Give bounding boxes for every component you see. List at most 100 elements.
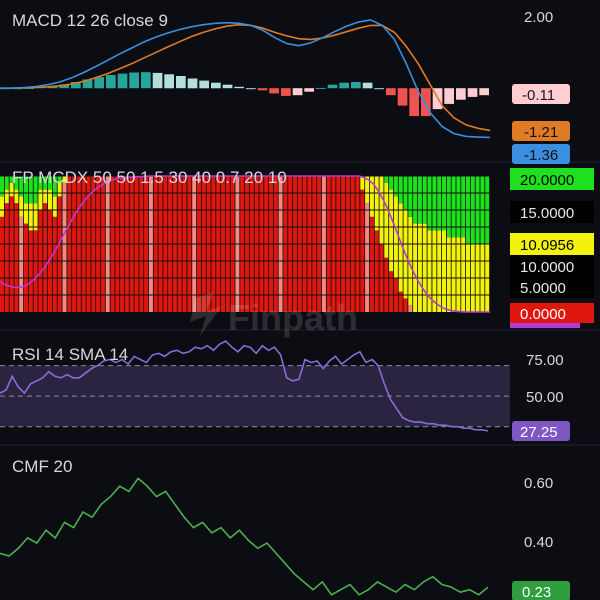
macd-histogram-bar xyxy=(456,88,466,100)
fp-mcdx-bar-green xyxy=(456,176,461,238)
fp-mcdx-bar-yellow xyxy=(442,230,446,312)
fp-mcdx-bar-yellow xyxy=(437,230,442,312)
fp-mcdx-bar-yellow xyxy=(393,196,398,278)
fp-badge-10: 10.0000 xyxy=(510,255,594,277)
indicator-stack: MACD 12 26 close 9 2.00 -0.11 -1.21 -1.3… xyxy=(0,0,600,600)
fp-badge-5: 5.0000 xyxy=(510,276,594,298)
fp-mcdx-bar-green xyxy=(417,176,422,224)
macd-histogram-bar xyxy=(362,82,373,89)
fp-mcdx-bar-red xyxy=(369,216,374,312)
fp-mcdx-bar-green xyxy=(4,176,9,190)
fp-mcdx-bar-green xyxy=(461,176,466,238)
fp-mcdx-bar-yellow xyxy=(451,237,456,312)
fp-mcdx-bar-yellow xyxy=(413,223,418,312)
cmf-title: CMF 20 xyxy=(12,457,72,476)
macd-histogram-badge: -0.11 xyxy=(512,84,570,104)
macd-histogram-bar xyxy=(351,82,361,89)
macd-histogram-badge-text: -0.11 xyxy=(522,87,555,104)
macd-histogram-bar xyxy=(269,88,279,94)
macd-signal-badge-text: -1.21 xyxy=(524,124,558,141)
macd-line-badge: -1.36 xyxy=(512,144,570,164)
fp-mcdx-bar-yellow xyxy=(417,223,422,312)
fp-mcdx-bar-red xyxy=(408,305,413,312)
watermark-text: Finpath xyxy=(228,297,358,338)
fp-mcdx-bar-yellow xyxy=(19,196,24,217)
macd-histogram-bar xyxy=(246,88,256,90)
macd-histogram-bar xyxy=(444,88,454,104)
macd-histogram-bar xyxy=(222,84,233,89)
fp-mcdx-bar-green xyxy=(446,176,451,238)
fp-mcdx-bar-red xyxy=(374,230,379,312)
fp-mcdx-bar-yellow xyxy=(422,223,427,312)
macd-histogram-bar xyxy=(374,88,384,90)
fp-mcdx-bar-yellow xyxy=(4,189,9,204)
rsi-value-badge: 27.25 xyxy=(512,421,570,441)
macd-histogram-bar xyxy=(257,88,268,91)
fp-mcdx-bar-green xyxy=(442,176,446,231)
fp-mcdx-bar-red xyxy=(43,203,48,312)
macd-histogram-bar xyxy=(129,72,139,89)
fp-mcdx-bar-yellow xyxy=(461,237,466,312)
fp-badge-0-text: 0.0000 xyxy=(520,306,566,323)
macd-title: MACD 12 26 close 9 xyxy=(12,11,168,30)
fp-badge-10-text: 10.0000 xyxy=(520,259,574,276)
macd-histogram-bar xyxy=(117,73,128,89)
cmf-value-badge-text: 0.23 xyxy=(522,584,551,600)
fp-badge-20: 20.0000 xyxy=(510,168,594,190)
macd-histogram-bar xyxy=(409,88,419,117)
macd-histogram-bar xyxy=(292,88,303,96)
fp-mcdx-title: FP MCDX 50 50 1.5 30 40 0.7 20 10 xyxy=(12,168,287,187)
fp-mcdx-bar-yellow xyxy=(52,196,57,217)
fp-mcdx-bar-green xyxy=(451,176,456,238)
fp-mcdx-bar-yellow xyxy=(384,182,389,258)
fp-mcdx-bar-green xyxy=(408,176,413,217)
fp-mcdx-bar-red xyxy=(62,182,67,312)
fp-mcdx-bar-yellow xyxy=(24,203,28,224)
fp-mcdx-bar-green xyxy=(427,176,432,231)
fp-mcdx-bar-red xyxy=(360,189,365,312)
macd-histogram-bar xyxy=(234,86,244,89)
rsi-tick-label-50: 50.00 xyxy=(526,389,564,406)
fp-mcdx-bar-green xyxy=(437,176,442,231)
fp-mcdx-bar-yellow xyxy=(28,203,33,231)
fp-mcdx-bar-yellow xyxy=(389,189,394,272)
fp-badge-current-text: 10.0956 xyxy=(520,237,574,254)
macd-histogram-bar xyxy=(199,80,209,89)
fp-mcdx-bar-red xyxy=(28,230,33,312)
fp-mcdx-bar-yellow xyxy=(446,237,451,312)
fp-mcdx-bar-red xyxy=(33,230,38,312)
fp-mcdx-bar-yellow xyxy=(43,189,48,204)
fp-badge-15: 15.0000 xyxy=(510,201,594,223)
macd-histogram-bar xyxy=(187,78,198,89)
cmf-value-badge: 0.23 xyxy=(512,581,570,600)
fp-mcdx-bar-red xyxy=(0,216,4,312)
macd-histogram-bar xyxy=(479,88,489,96)
fp-badge-5-text: 5.0000 xyxy=(520,280,566,297)
fp-badge-0: 0.0000 xyxy=(510,303,594,323)
fp-mcdx-bar-green xyxy=(389,176,394,190)
macd-histogram-bar xyxy=(94,77,104,89)
cmf-tick-label-040: 0.40 xyxy=(524,534,553,551)
macd-histogram-bar xyxy=(467,88,478,97)
fp-mcdx-bar-red xyxy=(19,216,24,312)
fp-mcdx-bar-red xyxy=(24,223,28,312)
macd-histogram-bar xyxy=(106,75,116,89)
macd-histogram-bar xyxy=(304,88,314,92)
fp-mcdx-bar-red xyxy=(365,203,370,312)
rsi-tick-label-75: 75.00 xyxy=(526,352,564,369)
fp-mcdx-bar-yellow xyxy=(14,189,19,204)
fp-mcdx-bar-green xyxy=(384,176,389,183)
fp-badge-15-text: 15.0000 xyxy=(520,205,574,222)
macd-histogram-bar xyxy=(339,82,349,89)
fp-mcdx-bar-red xyxy=(389,271,394,312)
fp-mcdx-bar-green xyxy=(422,176,427,224)
macd-histogram-bar xyxy=(281,88,291,96)
fp-mcdx-bar-green xyxy=(413,176,418,224)
macd-histogram-bar xyxy=(211,82,221,89)
fp-badge-20-text: 20.0000 xyxy=(520,172,574,189)
macd-histogram-bar xyxy=(327,84,338,89)
fp-line-badge xyxy=(510,323,580,328)
fp-mcdx-bar-yellow xyxy=(0,196,4,217)
macd-histogram-bar xyxy=(141,72,151,89)
fp-badge-current: 10.0956 xyxy=(510,233,594,255)
